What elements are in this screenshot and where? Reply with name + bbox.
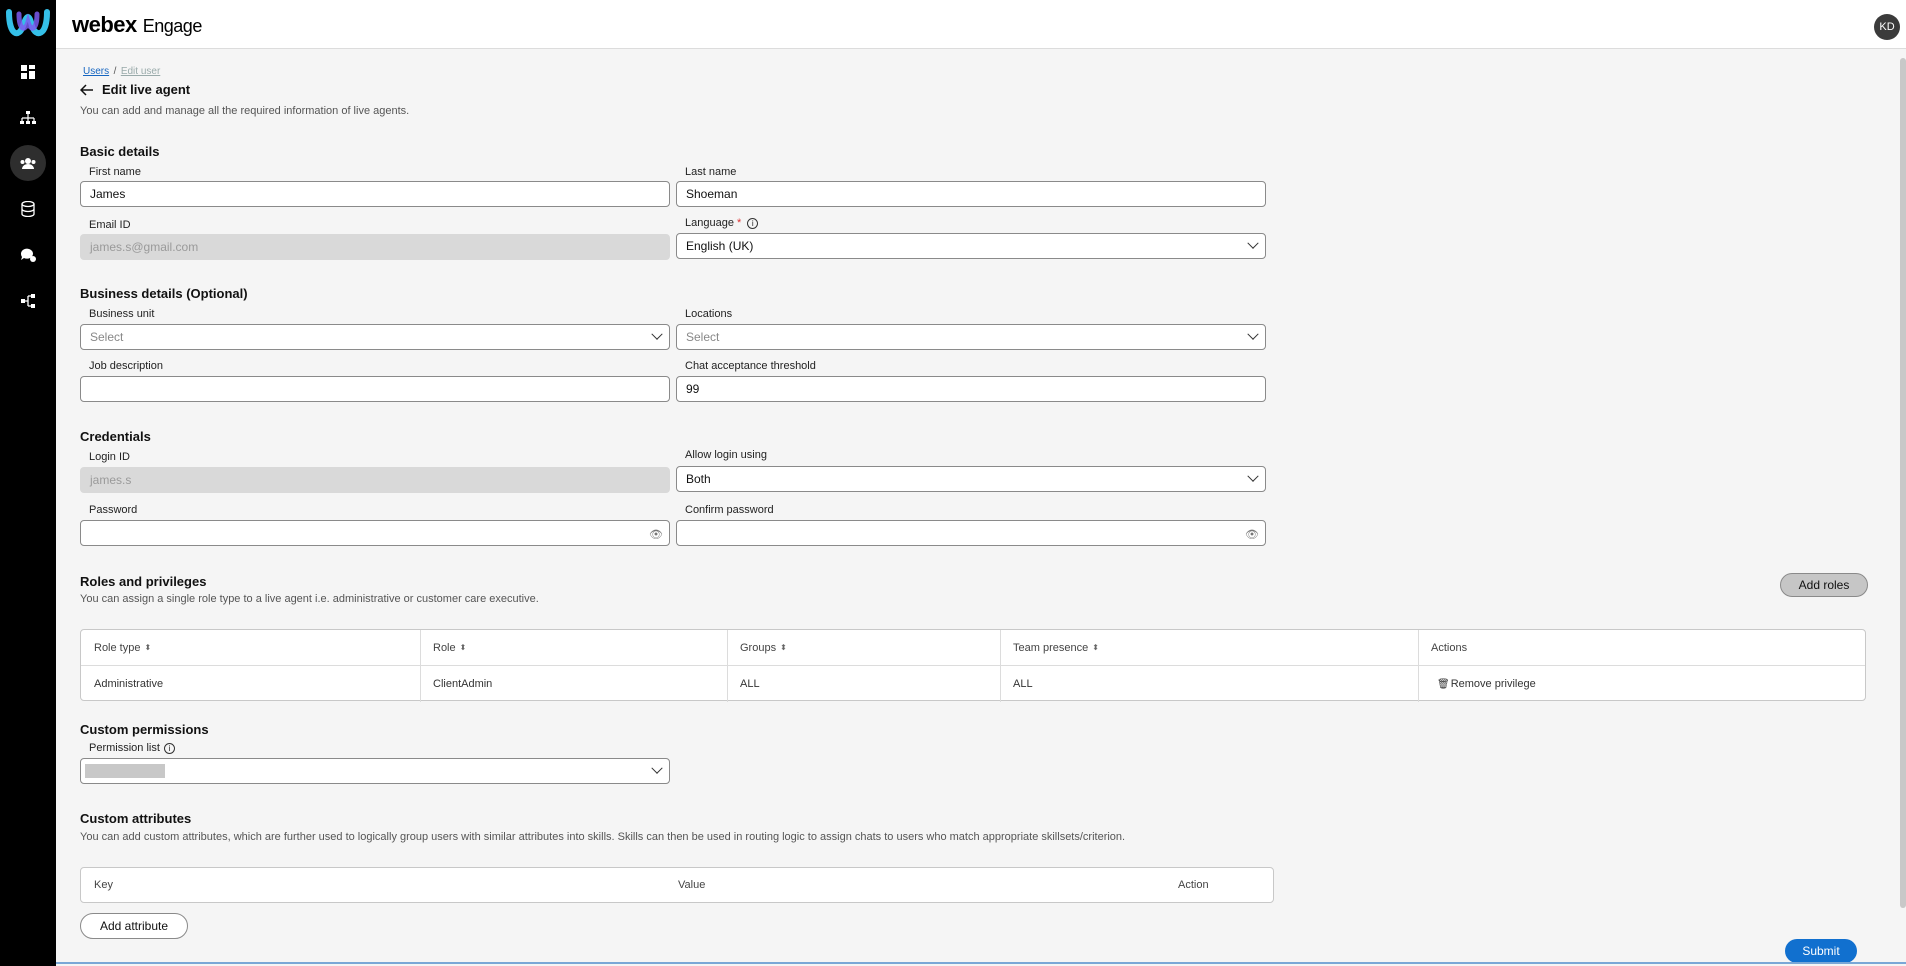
bottom-border (56, 962, 1906, 964)
info-icon[interactable]: i (163, 742, 175, 754)
avatar[interactable]: KD (1874, 14, 1900, 40)
credentials-title: Credentials (80, 429, 151, 444)
job-description-label: Job description (89, 360, 163, 372)
basic-details-title: Basic details (80, 144, 160, 159)
email-label: Email ID (89, 219, 131, 231)
trash-icon: 🗑 (1437, 678, 1450, 690)
breadcrumb-users-link[interactable]: Users (83, 66, 109, 77)
chat-icon[interactable] (10, 237, 46, 273)
app-brand: webex Engage (72, 12, 202, 37)
chevron-down-icon (1247, 470, 1259, 482)
table-cell-role: ClientAdmin (433, 678, 493, 690)
users-icon[interactable] (10, 145, 46, 181)
language-label: Language * i (685, 217, 759, 229)
column-header-role[interactable]: Role ⬍ (433, 630, 466, 665)
main-content: Users / Edit user Edit live agent You ca… (56, 49, 1906, 966)
confirm-password-label: Confirm password (685, 504, 774, 516)
scrollbar[interactable] (1900, 58, 1906, 908)
breadcrumb: Users / Edit user (83, 66, 161, 77)
back-arrow-icon[interactable] (80, 83, 94, 96)
locations-label: Locations (685, 308, 733, 320)
custom-attributes-title: Custom attributes (80, 811, 192, 826)
permission-list-select[interactable] (80, 758, 670, 784)
confirm-password-field[interactable]: 👁 (676, 520, 1266, 546)
column-header-key: Key (94, 879, 113, 891)
submit-button[interactable]: Submit (1785, 939, 1857, 963)
column-header-action: Action (1178, 879, 1209, 891)
webex-logo (6, 9, 50, 37)
permission-list-label: Permission list i (89, 742, 175, 754)
table-cell-team-presence: ALL (1013, 678, 1033, 690)
chevron-down-icon (1247, 237, 1259, 249)
login-id-label: Login ID (89, 451, 130, 463)
roles-title: Roles and privileges (80, 574, 207, 589)
top-bar: webex Engage KD (56, 0, 1906, 49)
locations-select[interactable]: Select (676, 324, 1266, 350)
table-cell-groups: ALL (740, 678, 760, 690)
custom-attributes-subtitle: You can add custom attributes, which are… (80, 831, 1126, 843)
integration-icon[interactable] (10, 283, 46, 319)
sort-icon[interactable]: ⬍ (1092, 643, 1099, 652)
login-id-field: james.s (80, 467, 670, 493)
attributes-table: Key Value Action (80, 867, 1274, 903)
column-header-role-type[interactable]: Role type ⬍ (94, 630, 151, 665)
sidebar (0, 0, 56, 966)
column-header-groups[interactable]: Groups ⬍ (740, 630, 787, 665)
chat-threshold-label: Chat acceptance threshold (685, 360, 816, 372)
roles-table: Role type ⬍ Role ⬍ Groups ⬍ Team presence ⬍ … (80, 629, 1866, 702)
page-header: Edit live agent (80, 82, 190, 97)
permission-list-value (85, 764, 165, 778)
hierarchy-icon[interactable] (10, 100, 46, 136)
chevron-down-icon (1247, 328, 1259, 340)
info-icon[interactable]: i (747, 217, 759, 229)
last-name-field[interactable]: Shoeman (676, 181, 1266, 207)
eye-icon[interactable]: 👁 (1245, 528, 1259, 541)
email-field: james.s@gmail.com (80, 234, 670, 260)
add-attribute-button[interactable]: Add attribute (80, 913, 188, 939)
chevron-down-icon (651, 762, 663, 774)
last-name-label: Last name (685, 166, 737, 178)
sort-icon[interactable]: ⬍ (144, 643, 151, 652)
roles-subtitle: You can assign a single role type to a l… (80, 593, 539, 605)
job-description-field[interactable] (80, 376, 670, 402)
eye-icon[interactable]: 👁 (649, 528, 663, 541)
business-unit-label: Business unit (89, 308, 155, 320)
sort-icon[interactable]: ⬍ (460, 643, 467, 652)
allow-login-select[interactable]: Both (676, 466, 1266, 492)
column-header-actions: Actions (1431, 641, 1468, 654)
column-header-team-presence[interactable]: Team presence ⬍ (1013, 630, 1099, 665)
database-icon[interactable] (10, 191, 46, 227)
dashboard-icon[interactable] (10, 54, 46, 90)
table-cell-role-type: Administrative (94, 678, 164, 690)
breadcrumb-current: Edit user (120, 66, 161, 77)
password-field[interactable]: 👁 (80, 520, 670, 546)
allow-login-label: Allow login using (685, 449, 767, 461)
first-name-field[interactable]: James (80, 181, 670, 207)
business-unit-select[interactable]: Select (80, 324, 670, 350)
first-name-label: First name (89, 166, 141, 178)
password-label: Password (89, 504, 138, 516)
language-select[interactable]: English (UK) (676, 233, 1266, 259)
business-details-title: Business details (Optional) (80, 286, 248, 301)
page-title: Edit live agent (102, 82, 191, 97)
chevron-down-icon (651, 328, 663, 340)
chat-threshold-field[interactable]: 99 (676, 376, 1266, 402)
remove-privilege-button[interactable]: 🗑 Remove privilege (1437, 666, 1536, 702)
custom-permissions-title: Custom permissions (80, 722, 209, 737)
page-subtitle: You can add and manage all the required … (80, 105, 410, 117)
add-roles-button[interactable]: Add roles (1780, 573, 1868, 597)
column-header-value: Value (678, 879, 706, 891)
sort-icon[interactable]: ⬍ (780, 643, 787, 652)
